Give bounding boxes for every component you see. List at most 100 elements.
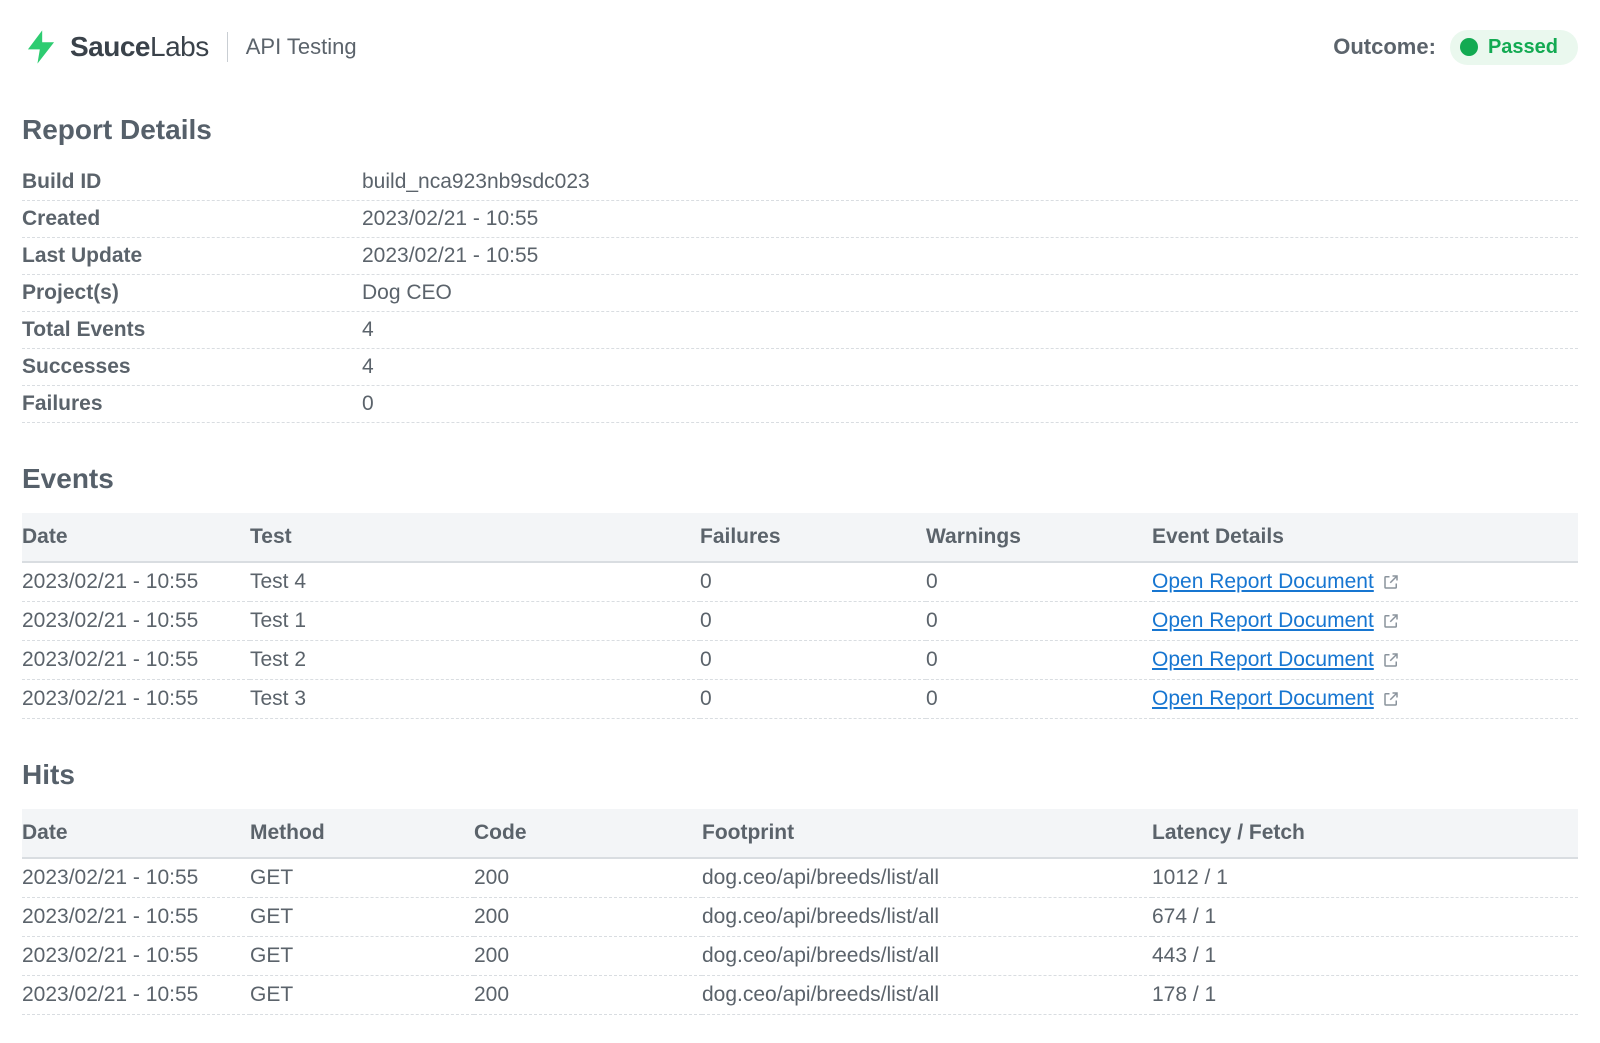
hit-method: GET bbox=[250, 898, 474, 937]
details-val: 4 bbox=[362, 355, 374, 379]
external-link-icon bbox=[1382, 573, 1400, 591]
report-details-table: Build IDbuild_nca923nb9sdc023Created2023… bbox=[22, 164, 1578, 423]
hit-date: 2023/02/21 - 10:55 bbox=[22, 976, 250, 1015]
hits-col-footprint: Footprint bbox=[702, 809, 1152, 858]
events-col-warnings: Warnings bbox=[926, 513, 1152, 562]
hit-code: 200 bbox=[474, 976, 702, 1015]
hits-col-code: Code bbox=[474, 809, 702, 858]
hit-date: 2023/02/21 - 10:55 bbox=[22, 898, 250, 937]
table-row: 2023/02/21 - 10:55Test 300Open Report Do… bbox=[22, 680, 1578, 719]
event-date: 2023/02/21 - 10:55 bbox=[22, 602, 250, 641]
details-key: Project(s) bbox=[22, 281, 362, 305]
details-val: 2023/02/21 - 10:55 bbox=[362, 207, 538, 231]
event-details-cell: Open Report Document bbox=[1152, 602, 1578, 641]
hit-method: GET bbox=[250, 858, 474, 898]
hit-code: 200 bbox=[474, 858, 702, 898]
hit-latency: 674 / 1 bbox=[1152, 898, 1578, 937]
details-key: Failures bbox=[22, 392, 362, 416]
details-key: Created bbox=[22, 207, 362, 231]
hit-method: GET bbox=[250, 937, 474, 976]
table-row: 2023/02/21 - 10:55GET200dog.ceo/api/bree… bbox=[22, 898, 1578, 937]
page-header: SauceLabs API Testing Outcome: Passed bbox=[22, 28, 1578, 66]
saucelabs-logo-icon bbox=[22, 28, 60, 66]
table-row: 2023/02/21 - 10:55Test 100Open Report Do… bbox=[22, 602, 1578, 641]
event-date: 2023/02/21 - 10:55 bbox=[22, 641, 250, 680]
brand-logo: SauceLabs bbox=[22, 28, 209, 66]
hit-latency: 1012 / 1 bbox=[1152, 858, 1578, 898]
event-failures: 0 bbox=[700, 562, 926, 602]
open-report-link[interactable]: Open Report Document bbox=[1152, 609, 1400, 633]
hit-footprint: dog.ceo/api/breeds/list/all bbox=[702, 937, 1152, 976]
details-key: Total Events bbox=[22, 318, 362, 342]
event-details-cell: Open Report Document bbox=[1152, 562, 1578, 602]
section-heading-report-details: Report Details bbox=[22, 114, 1578, 146]
outcome-group: Outcome: Passed bbox=[1333, 30, 1578, 65]
hit-footprint: dog.ceo/api/breeds/list/all bbox=[702, 858, 1152, 898]
open-report-link[interactable]: Open Report Document bbox=[1152, 570, 1400, 594]
external-link-icon bbox=[1382, 690, 1400, 708]
hit-method: GET bbox=[250, 976, 474, 1015]
table-row: 2023/02/21 - 10:55Test 200Open Report Do… bbox=[22, 641, 1578, 680]
hit-code: 200 bbox=[474, 898, 702, 937]
details-val: build_nca923nb9sdc023 bbox=[362, 170, 590, 194]
table-row: 2023/02/21 - 10:55GET200dog.ceo/api/bree… bbox=[22, 858, 1578, 898]
brand-name: SauceLabs bbox=[70, 31, 209, 63]
external-link-icon bbox=[1382, 612, 1400, 630]
details-val: 0 bbox=[362, 392, 374, 416]
event-date: 2023/02/21 - 10:55 bbox=[22, 562, 250, 602]
events-col-date: Date bbox=[22, 513, 250, 562]
events-col-details: Event Details bbox=[1152, 513, 1578, 562]
event-warnings: 0 bbox=[926, 641, 1152, 680]
hit-latency: 178 / 1 bbox=[1152, 976, 1578, 1015]
hits-table: Date Method Code Footprint Latency / Fet… bbox=[22, 809, 1578, 1015]
hit-code: 200 bbox=[474, 937, 702, 976]
details-row: Project(s)Dog CEO bbox=[22, 275, 1578, 312]
external-link-icon bbox=[1382, 651, 1400, 669]
header-left: SauceLabs API Testing bbox=[22, 28, 357, 66]
event-warnings: 0 bbox=[926, 562, 1152, 602]
table-row: 2023/02/21 - 10:55GET200dog.ceo/api/bree… bbox=[22, 937, 1578, 976]
event-details-cell: Open Report Document bbox=[1152, 680, 1578, 719]
outcome-label: Outcome: bbox=[1333, 34, 1436, 60]
outcome-badge: Passed bbox=[1450, 30, 1578, 65]
events-col-test: Test bbox=[250, 513, 700, 562]
details-key: Successes bbox=[22, 355, 362, 379]
open-report-link[interactable]: Open Report Document bbox=[1152, 687, 1400, 711]
status-dot-icon bbox=[1460, 38, 1478, 56]
details-row: Last Update2023/02/21 - 10:55 bbox=[22, 238, 1578, 275]
details-key: Build ID bbox=[22, 170, 362, 194]
section-heading-events: Events bbox=[22, 463, 1578, 495]
hits-col-method: Method bbox=[250, 809, 474, 858]
open-report-label: Open Report Document bbox=[1152, 687, 1374, 711]
details-val: 2023/02/21 - 10:55 bbox=[362, 244, 538, 268]
event-warnings: 0 bbox=[926, 602, 1152, 641]
section-heading-hits: Hits bbox=[22, 759, 1578, 791]
details-val: 4 bbox=[362, 318, 374, 342]
details-row: Build IDbuild_nca923nb9sdc023 bbox=[22, 164, 1578, 201]
event-test: Test 4 bbox=[250, 562, 700, 602]
hits-col-latency: Latency / Fetch bbox=[1152, 809, 1578, 858]
events-col-failures: Failures bbox=[700, 513, 926, 562]
hits-header-row: Date Method Code Footprint Latency / Fet… bbox=[22, 809, 1578, 858]
details-row: Failures0 bbox=[22, 386, 1578, 423]
header-divider bbox=[227, 32, 228, 62]
event-warnings: 0 bbox=[926, 680, 1152, 719]
brand-light: Labs bbox=[150, 31, 209, 62]
details-val: Dog CEO bbox=[362, 281, 452, 305]
hit-date: 2023/02/21 - 10:55 bbox=[22, 937, 250, 976]
open-report-link[interactable]: Open Report Document bbox=[1152, 648, 1400, 672]
event-test: Test 2 bbox=[250, 641, 700, 680]
hit-date: 2023/02/21 - 10:55 bbox=[22, 858, 250, 898]
details-row: Successes4 bbox=[22, 349, 1578, 386]
table-row: 2023/02/21 - 10:55Test 400Open Report Do… bbox=[22, 562, 1578, 602]
open-report-label: Open Report Document bbox=[1152, 609, 1374, 633]
open-report-label: Open Report Document bbox=[1152, 570, 1374, 594]
details-row: Total Events4 bbox=[22, 312, 1578, 349]
hit-footprint: dog.ceo/api/breeds/list/all bbox=[702, 976, 1152, 1015]
event-failures: 0 bbox=[700, 602, 926, 641]
event-test: Test 3 bbox=[250, 680, 700, 719]
details-row: Created2023/02/21 - 10:55 bbox=[22, 201, 1578, 238]
event-failures: 0 bbox=[700, 680, 926, 719]
event-details-cell: Open Report Document bbox=[1152, 641, 1578, 680]
brand-bold: Sauce bbox=[70, 31, 150, 62]
